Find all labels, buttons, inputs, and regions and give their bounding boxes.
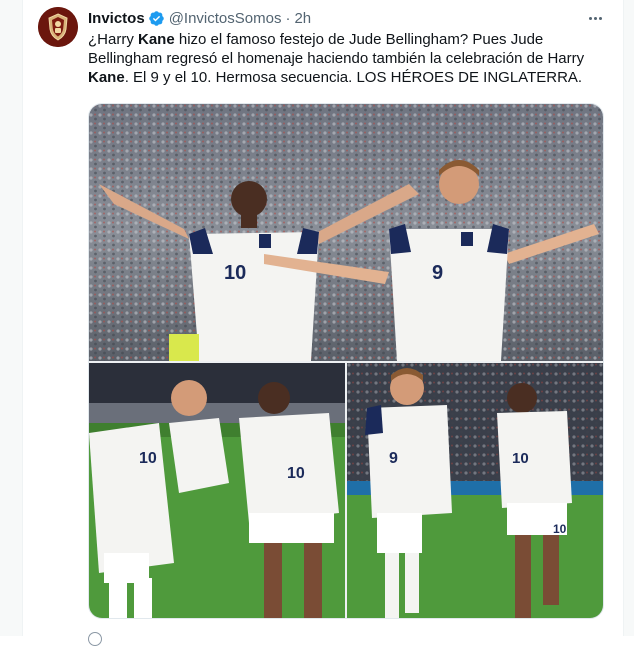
reply-icon[interactable] (88, 632, 102, 646)
more-options-button[interactable] (584, 8, 606, 28)
more-dot-icon (593, 16, 597, 20)
tweet-header: Invictos @InvictosSomos · 2h (88, 8, 311, 28)
media-grid: 10 9 10 10 9 10 10 (88, 103, 604, 619)
svg-text:10: 10 (139, 450, 157, 467)
celebration-photo-image: 10 9 (89, 104, 603, 361)
media-photo-2[interactable]: 10 10 (89, 363, 345, 618)
media-photo-1[interactable]: 10 9 (89, 104, 603, 361)
tweet-text-segment: ¿Harry (88, 31, 138, 48)
card-border-right (623, 0, 624, 636)
header-separator: · (285, 9, 291, 27)
verified-badge-icon (148, 10, 164, 26)
more-dot-icon (588, 16, 592, 20)
tweet-action-bar (88, 628, 608, 646)
tweet-timestamp[interactable]: 2h (294, 10, 311, 27)
right-background-rail (624, 0, 634, 636)
author-handle[interactable]: @InvictosSomos (169, 10, 282, 27)
tweet-text: ¿Harry Kane hizo el famoso festejo de Ju… (88, 30, 610, 87)
media-photo-3[interactable]: 9 10 10 (347, 363, 603, 618)
tweet-text-bold-name: Kane (88, 69, 125, 86)
tweet-text-segment: . El 9 y el 10. Hermosa secuencia. LOS H… (124, 69, 583, 86)
svg-text:9: 9 (389, 450, 398, 467)
left-background-rail (0, 0, 22, 636)
svg-text:10: 10 (512, 450, 529, 467)
svg-text:10: 10 (224, 262, 246, 284)
celebration-photo-image: 10 10 (89, 363, 345, 618)
svg-text:10: 10 (553, 522, 567, 536)
author-avatar[interactable] (38, 7, 78, 47)
more-dot-icon (598, 16, 602, 20)
svg-text:10: 10 (287, 465, 305, 482)
card-border-left (22, 0, 23, 636)
celebration-photo-image: 9 10 10 (347, 363, 603, 618)
svg-text:9: 9 (432, 262, 443, 284)
author-display-name[interactable]: Invictos (88, 10, 145, 27)
tweet-text-bold-name: Kane (138, 31, 175, 48)
team-crest-icon (38, 7, 78, 47)
